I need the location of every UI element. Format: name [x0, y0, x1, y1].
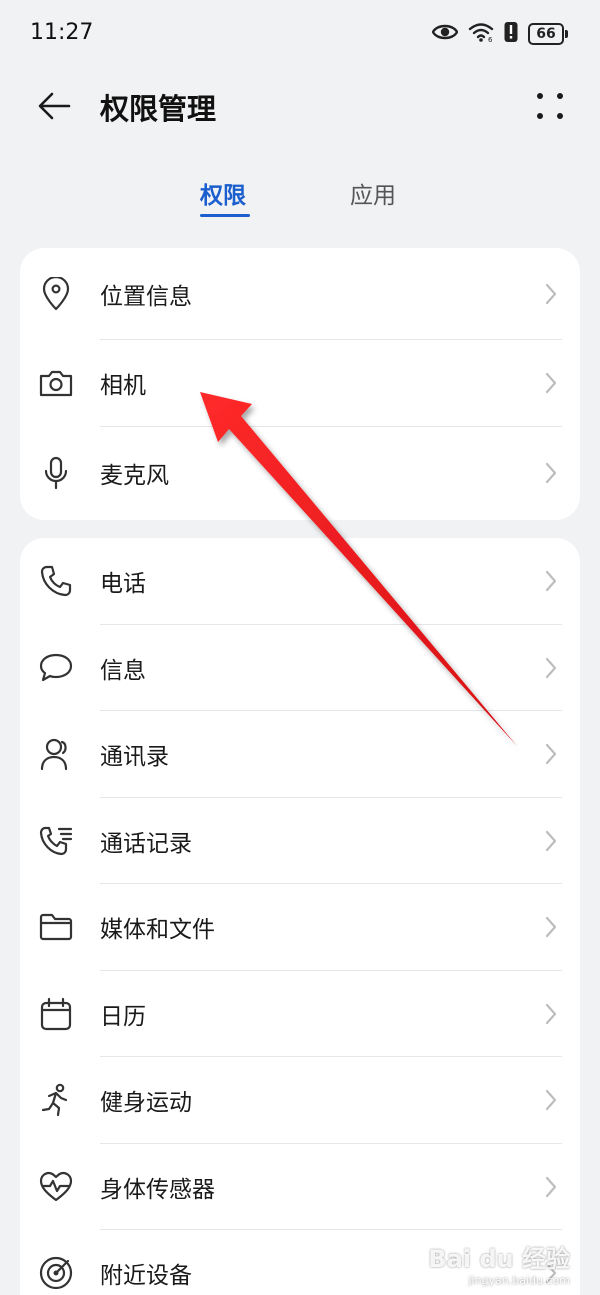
- chevron-right-icon: [545, 1176, 557, 1197]
- permission-row-contacts[interactable]: 通讯录: [20, 711, 580, 798]
- permission-label: 健身运动: [100, 1090, 192, 1117]
- chevron-right-icon: [545, 917, 557, 938]
- back-arrow-icon: [38, 92, 71, 120]
- location-icon: [38, 276, 74, 312]
- svg-text:6: 6: [488, 36, 493, 42]
- chevron-right-icon: [545, 1003, 557, 1024]
- permission-label: 身体传感器: [100, 1176, 215, 1203]
- heart-rate-icon: [38, 1169, 74, 1205]
- chevron-right-icon: [545, 744, 557, 765]
- permission-label: 媒体和文件: [100, 917, 215, 944]
- nearby-devices-icon: [38, 1255, 74, 1291]
- chevron-right-icon: [545, 462, 557, 484]
- permission-card-primary: 位置信息 相机 麦克风: [20, 248, 580, 520]
- active-tab-indicator: [200, 214, 250, 217]
- running-icon: [38, 1082, 74, 1118]
- permission-label: 日历: [100, 1003, 146, 1030]
- phone-icon: [38, 563, 74, 599]
- status-bar: 11:27 6 66: [0, 0, 600, 70]
- alert-icon: [504, 21, 518, 47]
- tab-apps[interactable]: 应用: [350, 176, 396, 210]
- permission-row-location[interactable]: 位置信息: [20, 248, 580, 340]
- status-time: 11:27: [30, 20, 94, 45]
- watermark: Bai du 经验 jingyan.baidu.com: [428, 1239, 570, 1287]
- eye-icon: [431, 22, 459, 46]
- permission-label: 电话: [100, 571, 146, 598]
- permission-row-call-log[interactable]: 通话记录: [20, 798, 580, 884]
- calendar-icon: [38, 996, 74, 1032]
- permission-label: 位置信息: [100, 284, 192, 310]
- permission-row-camera[interactable]: 相机: [20, 340, 580, 427]
- permission-row-media-files[interactable]: 媒体和文件: [20, 884, 580, 971]
- more-dots-icon: [537, 93, 563, 119]
- status-icons: 6 66: [431, 21, 568, 47]
- permission-label: 通讯录: [100, 744, 169, 771]
- permission-label: 麦克风: [100, 463, 169, 489]
- permission-label: 相机: [100, 373, 146, 400]
- permission-card-secondary: 电话 信息 通讯录 通话记录 媒体和文件 日历 健身运动 身体传感器 附近设备: [20, 538, 580, 1295]
- watermark-logo: Bai du 经验: [428, 1245, 570, 1273]
- permission-label: 信息: [100, 657, 146, 684]
- watermark-url: jingyan.baidu.com: [468, 1274, 570, 1287]
- permission-row-fitness[interactable]: 健身运动: [20, 1057, 580, 1144]
- chevron-right-icon: [545, 571, 557, 592]
- permission-label: 通话记录: [100, 830, 192, 857]
- more-button[interactable]: [534, 90, 566, 122]
- back-button[interactable]: [34, 86, 74, 126]
- call-log-icon: [38, 823, 74, 859]
- tab-bar: 权限 应用: [0, 170, 600, 226]
- chevron-right-icon: [545, 373, 557, 394]
- camera-icon: [38, 365, 74, 401]
- permission-row-messages[interactable]: 信息: [20, 625, 580, 711]
- chevron-right-icon: [545, 657, 557, 678]
- contacts-icon: [38, 736, 74, 772]
- folder-icon: [38, 909, 74, 945]
- battery-level: 66: [528, 23, 564, 45]
- chevron-right-icon: [545, 1090, 557, 1111]
- tab-permissions[interactable]: 权限: [200, 176, 246, 210]
- battery-icon: 66: [528, 23, 568, 45]
- page-title: 权限管理: [100, 92, 217, 126]
- app-header: 权限管理: [0, 70, 600, 142]
- chevron-right-icon: [545, 283, 557, 305]
- permission-row-body-sensors[interactable]: 身体传感器: [20, 1144, 580, 1230]
- permission-row-calendar[interactable]: 日历: [20, 971, 580, 1057]
- permission-label: 附近设备: [100, 1263, 192, 1290]
- microphone-icon: [38, 455, 74, 491]
- permission-row-phone[interactable]: 电话: [20, 538, 580, 625]
- chevron-right-icon: [545, 830, 557, 851]
- screen: 11:27 6 66 权限管理 权限 应用 位置信息 相机 麦克风 电话 信息 …: [0, 0, 600, 1295]
- permission-row-microphone[interactable]: 麦克风: [20, 427, 580, 520]
- wifi-icon: 6: [468, 22, 494, 46]
- message-icon: [38, 650, 74, 686]
